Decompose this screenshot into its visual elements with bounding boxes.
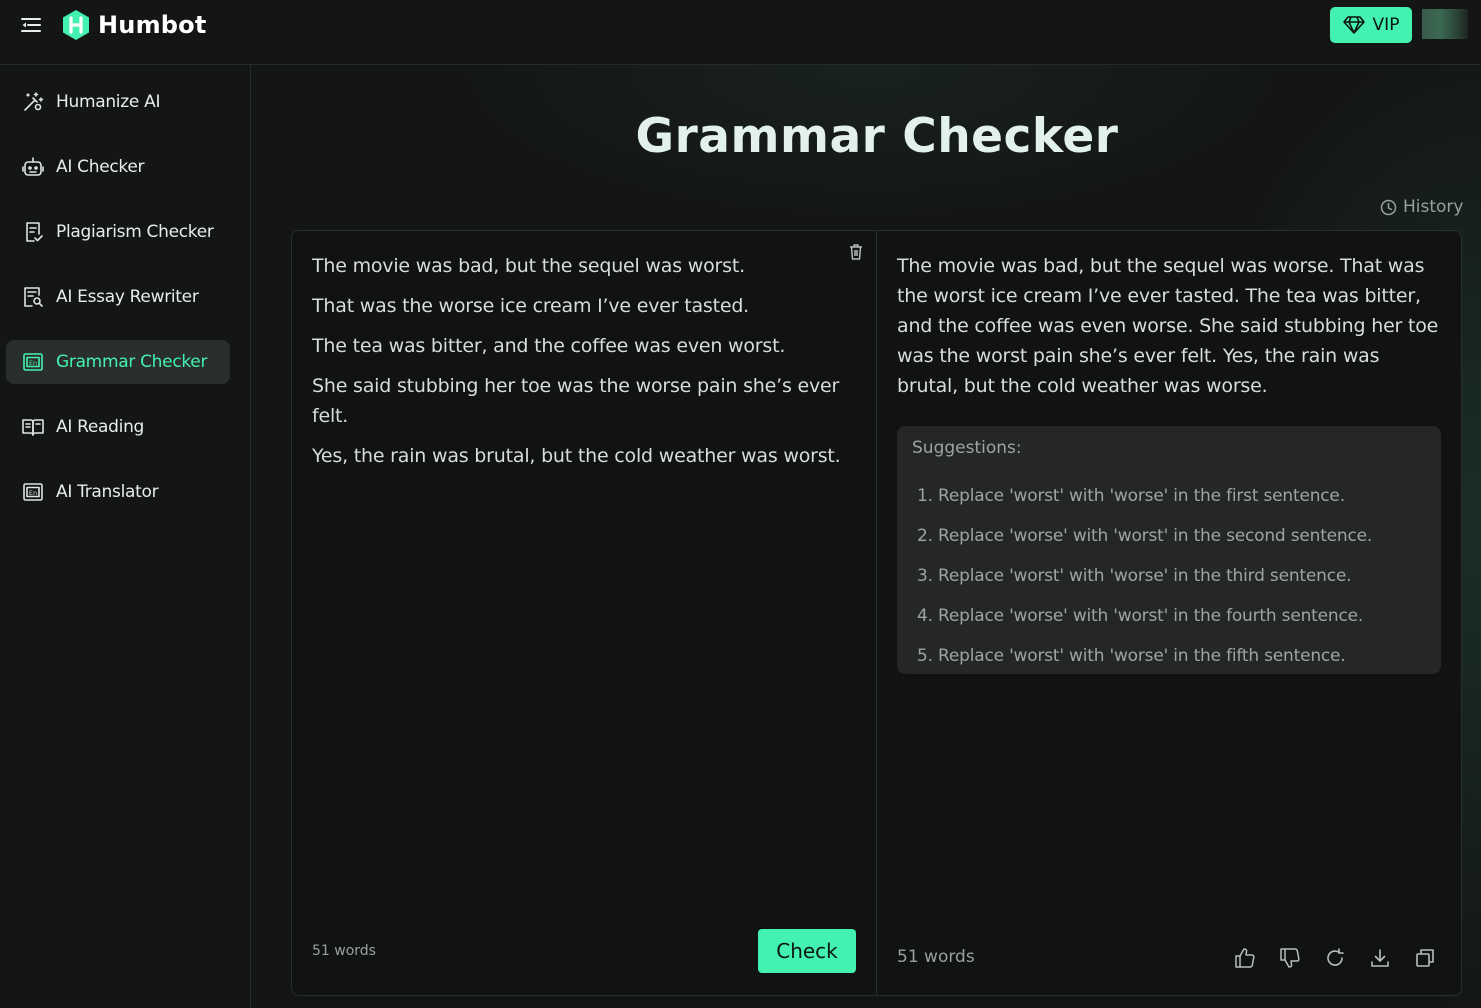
diamond-icon (1342, 16, 1365, 34)
suggestion-item: 4. Replace 'worse' with 'worst' in the f… (917, 606, 1364, 626)
avatar[interactable] (1422, 9, 1468, 39)
sidebar-item-label: AI Translator (56, 482, 159, 502)
sidebar-item-humanize-ai[interactable]: Humanize AI (6, 80, 230, 124)
sidebar-item-ai-checker[interactable]: AI Checker (6, 145, 230, 189)
input-text-area[interactable]: The movie was bad, but the sequel was wo… (312, 251, 857, 911)
sidebar: Humanize AI AI Checker Plagiarism Checke… (0, 65, 251, 1008)
sidebar-item-label: Plagiarism Checker (56, 222, 214, 242)
suggestion-item: 5. Replace 'worst' with 'worse' in the f… (917, 646, 1346, 666)
sidebar-item-label: Grammar Checker (56, 352, 208, 372)
editor-panel: The movie was bad, but the sequel was wo… (291, 230, 1462, 996)
download-icon[interactable] (1369, 947, 1391, 969)
humbot-logo[interactable]: Humbot (60, 9, 207, 41)
document-edit-icon (22, 286, 44, 308)
input-paragraph: Yes, the rain was brutal, but the cold w… (312, 445, 841, 467)
sidebar-item-ai-translator[interactable]: En AI Translator (6, 470, 230, 514)
input-paragraph: She said stubbing her toe was the worse … (312, 375, 840, 427)
regenerate-icon[interactable] (1324, 947, 1346, 969)
menu-icon[interactable] (20, 14, 42, 36)
svg-text:En: En (29, 359, 37, 367)
copy-icon[interactable] (1414, 947, 1436, 969)
vip-button[interactable]: VIP (1330, 7, 1412, 43)
suggestions-list: 1. Replace 'worst' with 'worse' in the f… (917, 476, 1372, 676)
input-word-count: 51 words (312, 943, 376, 959)
suggestion-item: 3. Replace 'worst' with 'worse' in the t… (917, 566, 1352, 586)
humbot-logo-icon (63, 10, 89, 40)
sidebar-item-grammar-checker[interactable]: En Grammar Checker (6, 340, 230, 384)
sidebar-item-label: AI Checker (56, 157, 145, 177)
magic-wand-icon (22, 91, 44, 113)
vip-label: VIP (1372, 15, 1400, 35)
thumbs-down-icon[interactable] (1279, 947, 1301, 969)
translate-en-icon: En (22, 481, 44, 503)
output-actions (1234, 947, 1436, 969)
clock-icon (1380, 199, 1397, 215)
book-icon (22, 416, 44, 438)
output-word-count: 51 words (897, 947, 975, 967)
check-button[interactable]: Check (758, 929, 856, 973)
input-paragraph: The tea was bitter, and the coffee was e… (312, 335, 786, 357)
sidebar-item-ai-reading[interactable]: AI Reading (6, 405, 230, 449)
sidebar-item-plagiarism-checker[interactable]: Plagiarism Checker (6, 210, 230, 254)
trash-icon[interactable] (848, 243, 864, 261)
document-check-icon (22, 221, 44, 243)
sidebar-item-ai-essay-rewriter[interactable]: AI Essay Rewriter (6, 275, 230, 319)
sidebar-item-label: AI Essay Rewriter (56, 287, 199, 307)
top-bar: Humbot VIP (0, 0, 1481, 65)
svg-text:En: En (29, 489, 37, 497)
corrected-text: The movie was bad, but the sequel was wo… (897, 255, 1439, 397)
page-title: Grammar Checker (635, 109, 1119, 164)
suggestions-title: Suggestions: (912, 438, 1022, 458)
thumbs-up-icon[interactable] (1234, 947, 1256, 969)
sidebar-item-label: AI Reading (56, 417, 145, 437)
suggestions-box: Suggestions: 1. Replace 'worst' with 'wo… (897, 426, 1441, 674)
suggestion-item: 1. Replace 'worst' with 'worse' in the f… (917, 486, 1345, 506)
input-paragraph: That was the worse ice cream I’ve ever t… (312, 295, 750, 317)
grammar-en-icon: En (22, 351, 44, 373)
suggestion-item: 2. Replace 'worse' with 'worst' in the s… (917, 526, 1373, 546)
history-button[interactable]: History (1380, 195, 1463, 219)
input-paragraph: The movie was bad, but the sequel was wo… (312, 255, 745, 277)
sidebar-item-label: Humanize AI (56, 92, 161, 112)
brand-name: Humbot (98, 11, 207, 39)
history-label: History (1403, 197, 1464, 217)
panel-divider (876, 231, 877, 995)
robot-icon (22, 156, 44, 178)
